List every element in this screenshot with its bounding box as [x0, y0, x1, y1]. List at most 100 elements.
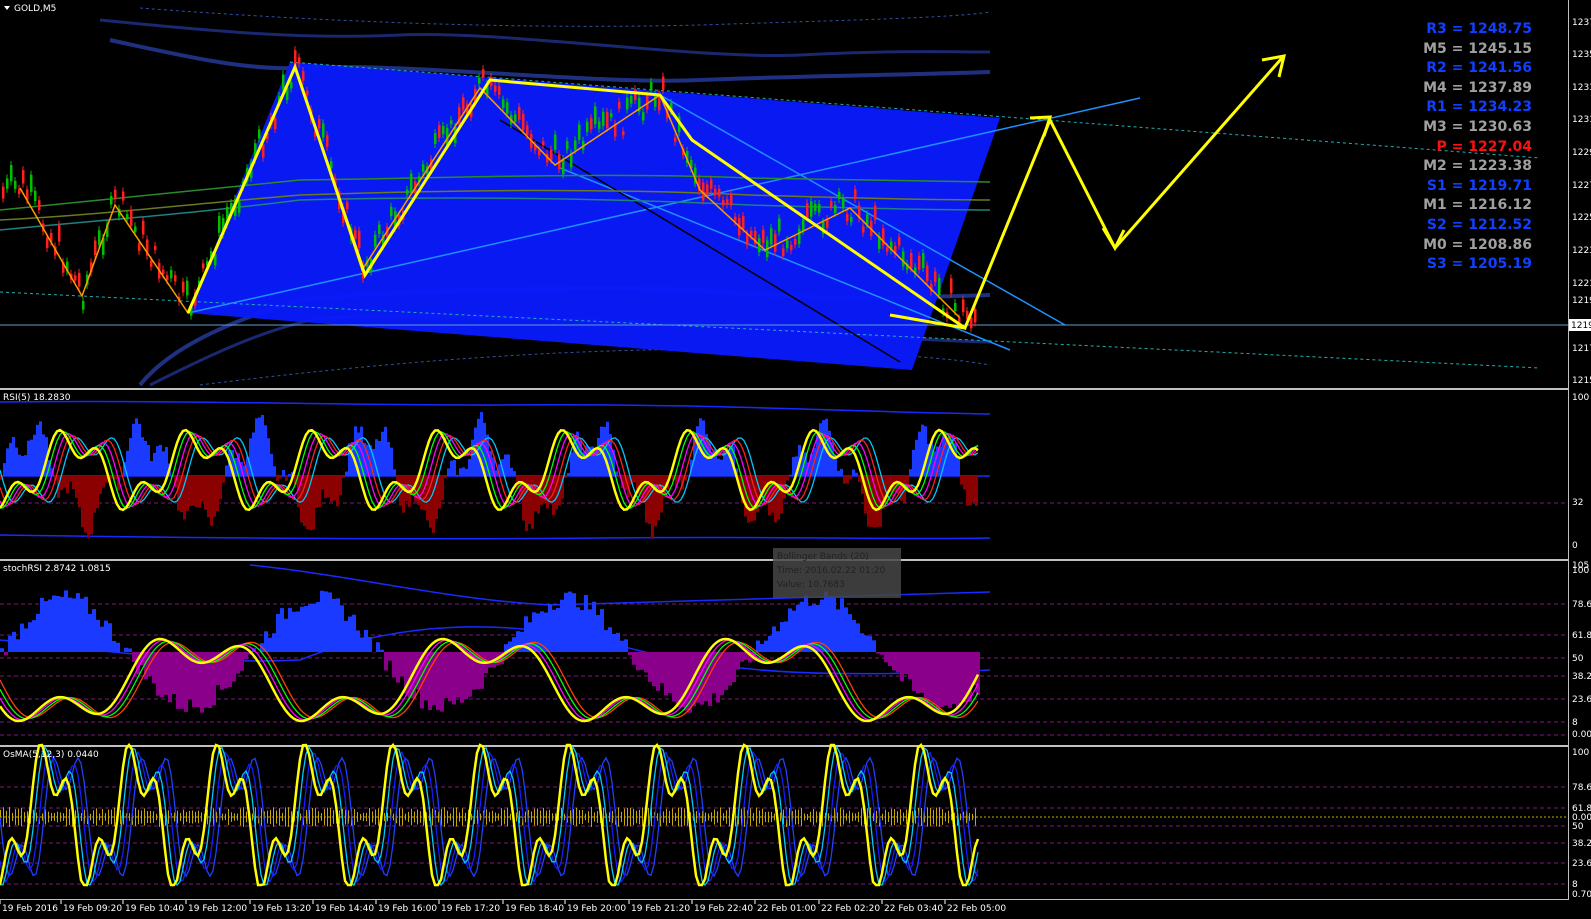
osma-hist-bar — [846, 813, 847, 820]
stoch-hist-bar — [628, 652, 632, 655]
osma-hist-bar — [18, 809, 19, 826]
candle-body — [950, 278, 953, 293]
stoch-hist-bar — [108, 623, 112, 652]
price-pane-label: GOLD,M5 — [14, 4, 56, 14]
rsi-hist-bar — [210, 476, 213, 526]
stoch-hist-bar — [440, 652, 444, 712]
chart-canvas[interactable]: 1237123512331231122912271225122312211219… — [0, 0, 1591, 915]
osma-hist-bar — [108, 810, 109, 825]
stoch-hist-bar — [940, 652, 944, 707]
osma-hist-bar — [393, 814, 394, 821]
time-axis-label: 19 Feb 22:40 — [694, 904, 753, 914]
trading-chart-window[interactable]: 1237123512331231122912271225122312211219… — [0, 0, 1591, 915]
osma-hist-bar — [495, 813, 496, 822]
rsi-hist-bar — [201, 476, 204, 501]
time-axis-label: 19 Feb 14:40 — [315, 904, 374, 914]
stoch-hist-bar — [844, 607, 848, 652]
osma-hist-bar — [657, 813, 658, 821]
osma-hist-bar — [12, 813, 13, 821]
axis-tick-label: 23.6 — [1572, 695, 1591, 705]
stoch-hist-bar — [72, 598, 76, 652]
stoch-hist-bar — [52, 595, 56, 652]
osma-hist-bar — [315, 808, 316, 826]
rsi-hist-bar — [858, 476, 861, 482]
osma-hist-bar — [663, 811, 664, 822]
stoch-hist-bar — [96, 620, 100, 652]
stoch-hist-bar — [856, 623, 860, 652]
rsi-hist-bar — [342, 476, 345, 478]
stoch-hist-bar — [20, 624, 24, 652]
osma-hist-bar — [486, 809, 487, 824]
rsi-hist-bar — [288, 474, 291, 476]
candle-body — [506, 102, 509, 113]
candle-body — [654, 95, 657, 107]
osma-hist-bar — [279, 808, 280, 826]
osma-hist-bar — [405, 814, 406, 821]
stoch-hist-bar — [292, 612, 296, 652]
candle-body — [902, 251, 905, 266]
candle-body — [94, 241, 97, 255]
candle-body — [2, 187, 5, 199]
stoch-hist-bar — [184, 652, 188, 712]
stoch-hist-bar — [920, 652, 924, 693]
rsi-hist-bar — [177, 476, 180, 511]
candle-body — [114, 190, 117, 200]
rsi-hist-bar — [276, 476, 279, 481]
rsi-hist-bar — [252, 432, 255, 476]
rsi-hist-bar — [840, 469, 843, 476]
osma-hist-bar — [927, 807, 928, 826]
osma-hist-bar — [189, 811, 190, 823]
candle-body — [926, 266, 929, 282]
osma-hist-bar — [537, 808, 538, 825]
candle-body — [790, 245, 793, 250]
candle-body — [502, 100, 505, 108]
rsi-hist-bar — [135, 418, 138, 476]
stoch-hist-bar — [124, 648, 128, 652]
osma-hist-bar — [21, 808, 22, 826]
stoch-hist-bar — [64, 590, 68, 652]
candle-body — [130, 210, 133, 226]
osma-hist-bar — [897, 811, 898, 822]
stoch-hist-bar — [764, 641, 768, 652]
stoch-hist-bar — [88, 614, 92, 652]
stoch-hist-bar — [804, 595, 808, 652]
candle-body — [442, 126, 445, 134]
stoch-hist-bar — [868, 636, 872, 652]
candle-body — [494, 86, 497, 92]
rsi-hist-bar — [444, 476, 447, 478]
osma-hist-bar — [936, 808, 937, 827]
rsi-hist-bar — [531, 476, 534, 529]
osma-hist-bar — [906, 809, 907, 824]
pivot-level-row: R3 = 1248.75 — [1412, 20, 1532, 40]
rsi-hist-bar — [3, 463, 6, 476]
stoch-hist-bar — [340, 605, 344, 652]
candle-body — [610, 113, 613, 117]
osma-hist-bar — [609, 812, 610, 822]
stoch-hist-bar — [928, 652, 932, 701]
osma-hist-bar — [672, 809, 673, 826]
rsi-hist-bar — [855, 473, 858, 476]
osma-hist-bar — [579, 810, 580, 824]
stoch-pane-bottom-border — [0, 745, 1568, 747]
candle-body — [714, 189, 717, 195]
candle-body — [318, 119, 321, 128]
candle-body — [922, 253, 925, 268]
osma-hist-bar — [639, 810, 640, 824]
stoch-hist-bar — [4, 652, 8, 655]
axis-tick-label: 0 — [1572, 541, 1578, 551]
osma-hist-bar — [186, 812, 187, 822]
axis-tick-label: 1217 — [1572, 344, 1591, 354]
osma-hist-bar — [717, 811, 718, 822]
candle-body — [38, 200, 41, 210]
candle-body — [182, 282, 185, 293]
candle-body — [842, 198, 845, 208]
rsi-hist-bar — [72, 476, 75, 489]
axis-tick-label: 78.6 — [1572, 783, 1591, 793]
osma-hist-bar — [891, 809, 892, 826]
stoch-hist-bar — [888, 652, 892, 666]
candle-body — [406, 190, 409, 195]
stoch-hist-bar — [616, 633, 620, 652]
stoch-hist-bar — [892, 652, 896, 670]
osma-hist-bar — [903, 813, 904, 822]
osma-hist-bar — [444, 807, 445, 827]
